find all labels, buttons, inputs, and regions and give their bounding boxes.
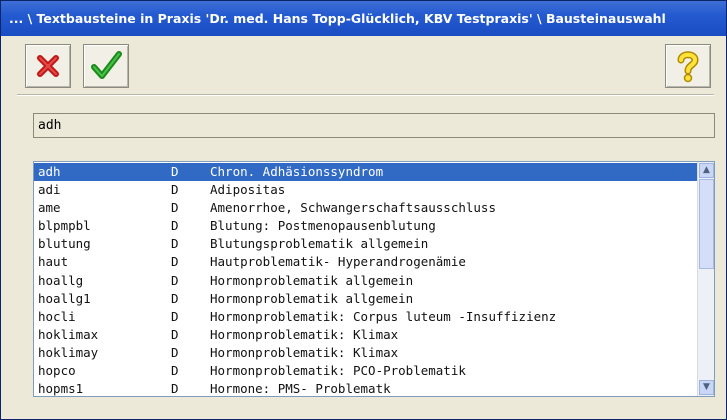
list-item-code: hoklimax: [38, 326, 99, 342]
list-item-code: hoklimay: [38, 344, 99, 360]
list-item-code: hopms1: [38, 381, 84, 397]
help-button[interactable]: [665, 44, 711, 88]
list-item[interactable]: hocli D Hormonproblematik: Corpus luteum -…: [34, 308, 698, 326]
search-input[interactable]: adh: [33, 113, 715, 138]
scroll-down-icon[interactable]: ▼: [699, 380, 714, 395]
list-item-code: hopco: [38, 363, 76, 379]
red-x-icon: [37, 55, 59, 77]
list-item[interactable]: hopms1 D Hormone: PMS- Problematk: [34, 380, 698, 397]
textblock-list[interactable]: adh D Chron. Adhäsionssyndrom adi D Adiposita…: [33, 161, 715, 397]
list-item-code: blutung: [38, 236, 91, 252]
list-item-code: hocli: [38, 308, 76, 324]
list-item-text: Blutungsproblematik allgemein: [210, 236, 429, 252]
scrollbar-thumb[interactable]: [699, 179, 714, 269]
list-item-type: D: [171, 272, 179, 288]
list-item-text: Hautproblematik- Hyperandrogenämie: [210, 254, 466, 270]
list-item-code: adi: [38, 182, 61, 198]
dialog-window: ... \ Textbausteine in Praxis 'Dr. med. …: [0, 0, 727, 420]
list-item-code: hoallg1: [38, 290, 91, 306]
list-item[interactable]: ame D Amenorrhoe, Schwangerschaftsausschlu…: [34, 199, 698, 217]
list-rows: adh D Chron. Adhäsionssyndrom adi D Adiposita…: [34, 163, 698, 397]
list-item[interactable]: hoallg D Hormonproblematik allgemein: [34, 272, 698, 290]
list-item[interactable]: hoklimax D Hormonproblematik: Klimax: [34, 326, 698, 344]
list-item-type: D: [171, 381, 179, 397]
list-item-type: D: [171, 290, 179, 306]
list-item-code: adh: [38, 164, 61, 179]
list-item-type: D: [171, 363, 179, 379]
list-item-text: Hormone: PMS- Problematk: [210, 381, 391, 397]
list-item-text: Hormonproblematik allgemein: [210, 290, 414, 306]
list-item-type: D: [171, 308, 179, 324]
toolbar-separator: [17, 94, 714, 96]
list-item-text: Amenorrhoe, Schwangerschaftsausschluss: [210, 200, 496, 216]
list-item-type: D: [171, 326, 179, 342]
list-item[interactable]: hopco D Hormonproblematik: PCO-Problematik: [34, 362, 698, 380]
list-item[interactable]: adh D Chron. Adhäsionssyndrom: [34, 163, 698, 182]
list-item[interactable]: haut D Hautproblematik- Hyperandrogenämie: [34, 253, 698, 271]
list-item[interactable]: hoallg1 D Hormonproblematik allgemein: [34, 290, 698, 308]
list-item-text: Hormonproblematik: Klimax: [210, 344, 399, 360]
list-item-type: D: [171, 164, 179, 179]
list-item-text: Hormonproblematik allgemein: [210, 272, 414, 288]
list-item-type: D: [171, 182, 179, 198]
list-item-type: D: [171, 236, 179, 252]
list-item[interactable]: blpmpbl D Blutung: Postmenopausenblutung: [34, 217, 698, 235]
yellow-question-icon: [677, 51, 699, 83]
list-item-code: haut: [38, 254, 69, 270]
list-item-type: D: [171, 254, 179, 270]
vertical-scrollbar[interactable]: ▲ ▼: [697, 162, 714, 396]
list-item-text: Chron. Adhäsionssyndrom: [210, 164, 384, 179]
green-check-icon: [91, 51, 122, 79]
scroll-up-icon[interactable]: ▲: [699, 163, 714, 178]
window-title: ... \ Textbausteine in Praxis 'Dr. med. …: [9, 11, 666, 26]
list-item-text: Hormonproblematik: Klimax: [210, 326, 399, 342]
list-item-type: D: [171, 200, 179, 216]
list-item-code: ame: [38, 200, 61, 216]
title-bar[interactable]: ... \ Textbausteine in Praxis 'Dr. med. …: [1, 1, 726, 36]
list-item-text: Hormonproblematik: Corpus luteum -Insuff…: [210, 308, 557, 324]
list-item-code: hoallg: [38, 272, 84, 288]
toolbar: [1, 36, 726, 94]
list-item-code: blpmpbl: [38, 218, 91, 234]
list-item-text: Adipositas: [210, 182, 286, 198]
list-item-text: Blutung: Postmenopausenblutung: [210, 218, 436, 234]
confirm-button[interactable]: [83, 44, 129, 88]
list-item-text: Hormonproblematik: PCO-Problematik: [210, 363, 466, 379]
list-item-type: D: [171, 344, 179, 360]
list-item[interactable]: adi D Adipositas: [34, 181, 698, 199]
list-item-type: D: [171, 218, 179, 234]
list-item[interactable]: blutung D Blutungsproblematik allgemein: [34, 235, 698, 253]
list-item[interactable]: hoklimay D Hormonproblematik: Klimax: [34, 344, 698, 362]
cancel-button[interactable]: [25, 44, 71, 88]
